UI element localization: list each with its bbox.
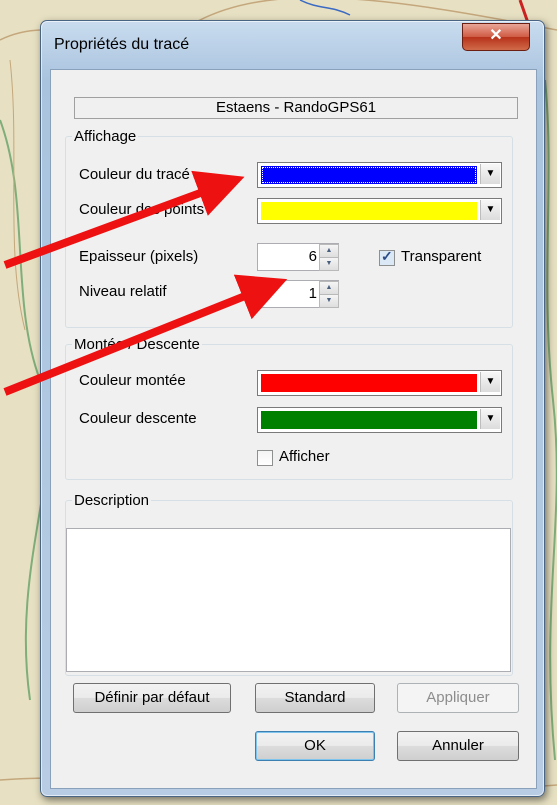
affichage-legend: Affichage [74,128,137,145]
transparent-label[interactable]: Transparent [401,248,481,265]
title-bar[interactable]: Propriétés du tracé ✕ [41,21,544,67]
couleur-trace-swatch [261,166,477,184]
couleur-descente-swatch [261,411,477,429]
window-title: Propriétés du tracé [54,36,190,53]
spin-down-icon[interactable]: ▼ [319,294,339,308]
ok-button[interactable]: OK [255,731,375,761]
couleur-descente-select[interactable]: ▼ [257,407,502,433]
chevron-down-icon[interactable]: ▼ [480,409,500,429]
description-textarea[interactable] [66,528,511,672]
chevron-down-icon[interactable]: ▼ [480,372,500,392]
epaisseur-label: Epaisseur (pixels) [79,248,199,265]
epaisseur-spinner[interactable]: 6 ▲ ▼ [257,243,339,271]
standard-button[interactable]: Standard [255,683,375,713]
couleur-points-select[interactable]: ▼ [257,198,502,224]
afficher-label[interactable]: Afficher [279,448,330,465]
niveau-label: Niveau relatif [79,283,167,300]
epaisseur-value[interactable]: 6 [309,244,317,270]
appliquer-button[interactable]: Appliquer [397,683,519,713]
couleur-montee-select[interactable]: ▼ [257,370,502,396]
couleur-montee-label: Couleur montée [79,372,186,389]
definir-par-defaut-button[interactable]: Définir par défaut [73,683,231,713]
annuler-button[interactable]: Annuler [397,731,519,761]
description-legend: Description [74,492,150,509]
couleur-montee-swatch [261,374,477,392]
chevron-down-icon[interactable]: ▼ [480,164,500,184]
couleur-points-swatch [261,202,477,220]
transparent-checkbox[interactable] [379,248,395,266]
chevron-down-icon[interactable]: ▼ [480,200,500,220]
niveau-spinner[interactable]: 1 ▲ ▼ [257,280,339,308]
niveau-value[interactable]: 1 [309,281,317,307]
couleur-descente-label: Couleur descente [79,410,197,427]
dialog-client: Estaens - RandoGPS61 Affichage Couleur d… [50,69,537,789]
afficher-checkbox[interactable] [257,450,273,466]
track-name-field: Estaens - RandoGPS61 [74,97,518,119]
properties-dialog: Propriétés du tracé ✕ Estaens - RandoGPS… [40,20,545,797]
montee-descente-legend: Montée / Descente [74,336,200,353]
couleur-trace-select[interactable]: ▼ [257,162,502,188]
couleur-trace-label: Couleur du tracé [79,166,190,183]
close-icon: ✕ [489,27,503,44]
spin-up-icon[interactable]: ▲ [319,244,339,258]
couleur-points-label: Couleur des points [79,201,205,218]
spin-down-icon[interactable]: ▼ [319,257,339,271]
spin-up-icon[interactable]: ▲ [319,281,339,295]
close-button[interactable]: ✕ [462,23,530,51]
